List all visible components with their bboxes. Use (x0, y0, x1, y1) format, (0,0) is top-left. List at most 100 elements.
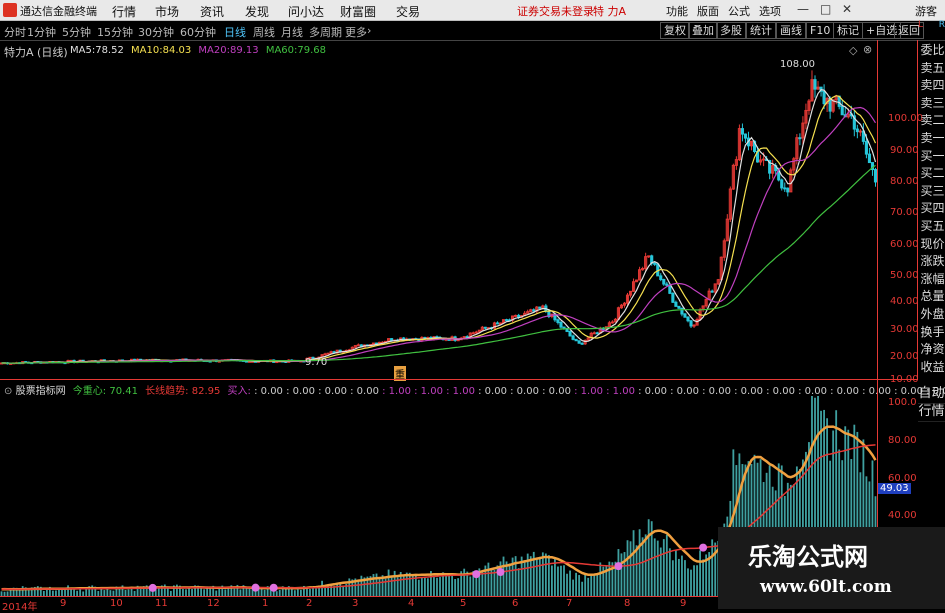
mark-button[interactable]: 标记 (833, 22, 863, 39)
menu-item-market[interactable]: 市场 (155, 3, 179, 20)
side-panel-item[interactable]: 委比 (919, 42, 945, 59)
statistics-button[interactable]: 统计 (746, 22, 776, 39)
buy-signal-marker[interactable] (699, 543, 708, 552)
indicator-bar (641, 537, 644, 596)
candlestick-chart[interactable] (0, 40, 877, 380)
side-quotes[interactable]: 行情 (918, 403, 945, 422)
candle (674, 301, 678, 307)
menu-item-options[interactable]: 选项 (759, 3, 781, 19)
side-panel-item[interactable]: 卖一 (919, 130, 945, 147)
adjust-button[interactable]: 复权 (660, 22, 690, 39)
candle (471, 332, 475, 335)
y-tick: 60.00 (890, 239, 919, 250)
indicator-bar (541, 552, 544, 596)
menu-item-formula[interactable]: 公式 (728, 3, 750, 19)
period-60min[interactable]: 60分钟 (180, 24, 216, 40)
side-panel-item[interactable]: 卖五 (919, 60, 945, 77)
title-stock-name: 特 力A (593, 5, 627, 18)
x-label: 9 (60, 598, 67, 609)
indicator-bar (439, 576, 441, 596)
main-y-axis: 100.00 90.00 80.00 70.00 60.00 50.00 40.… (877, 40, 923, 385)
menu-item-trade[interactable]: 交易 (396, 3, 420, 20)
indicator-bar (387, 569, 390, 596)
menu-item-discover[interactable]: 发现 (245, 3, 269, 20)
side-panel-item[interactable]: 涨幅 (919, 271, 945, 288)
period-intraday[interactable]: 分时 (4, 24, 26, 40)
side-panel-item[interactable]: 买五 (919, 218, 945, 235)
close-icon[interactable]: ✕ (842, 2, 852, 16)
side-panel-corner[interactable]: L R (918, 20, 945, 40)
multi-stock-button[interactable]: 多股 (716, 22, 746, 39)
x-label: 8 (624, 598, 631, 609)
y-tick: 40.00 (890, 296, 919, 307)
period-multi[interactable]: 多周期 (309, 24, 342, 40)
candle (855, 128, 859, 133)
side-panel-item[interactable]: 收益 (919, 359, 945, 376)
indicator-bar (393, 570, 396, 596)
minimize-icon[interactable]: — (797, 2, 809, 16)
buy-signal-marker[interactable] (148, 583, 157, 592)
indicator-bar (674, 549, 677, 596)
indicator-bar (599, 562, 602, 596)
indicator-bar (644, 534, 647, 596)
period-30min[interactable]: 30分钟 (138, 24, 174, 40)
maximize-icon[interactable]: □ (820, 2, 831, 16)
draw-line-button[interactable]: 画线 (776, 22, 806, 39)
candle (647, 255, 651, 258)
watermark-overlay: 乐淘公式网 www.60lt.com (718, 527, 945, 609)
side-panel-item[interactable]: 净资 (919, 341, 945, 358)
side-panel-item[interactable]: 外盘 (919, 306, 945, 323)
period-5min[interactable]: 5分钟 (62, 24, 91, 40)
menu-item-layout[interactable]: 版面 (697, 3, 719, 19)
buy-signal-marker[interactable] (269, 583, 278, 592)
menu-item-market-quotes[interactable]: 行情 (112, 3, 136, 20)
indicator-bar (433, 577, 435, 596)
side-panel-item[interactable]: 买二 (919, 165, 945, 182)
side-panel-item[interactable]: 买四 (919, 200, 945, 217)
side-panel-item[interactable]: 买三 (919, 183, 945, 200)
side-panel-item[interactable]: 现价 (919, 236, 945, 253)
menu-item-wealth-circle[interactable]: 财富圈 (340, 3, 376, 20)
indicator-bar (339, 583, 342, 596)
user-label[interactable]: 游客 (915, 3, 937, 19)
candle (495, 322, 500, 325)
indicator-bar (557, 566, 559, 596)
side-panel-item[interactable]: 涨跌 (919, 253, 945, 270)
more-chevron-icon[interactable]: › (367, 24, 371, 37)
period-weekly[interactable]: 周线 (253, 24, 275, 40)
period-1min[interactable]: 1分钟 (27, 24, 56, 40)
indicator-bar (535, 559, 538, 596)
overlay-button[interactable]: 叠加 (688, 22, 718, 39)
candle (864, 140, 868, 155)
side-panel-item[interactable]: 总量 (919, 288, 945, 305)
indicator-bar (502, 556, 505, 596)
buy-signal-marker[interactable] (251, 583, 260, 592)
indicator-bar (445, 573, 447, 596)
candle (571, 335, 575, 340)
period-monthly[interactable]: 月线 (281, 24, 303, 40)
indicator-bar (191, 588, 193, 596)
side-auto[interactable]: 自动 (918, 385, 945, 404)
buy-signal-marker[interactable] (496, 567, 505, 576)
side-panel-item[interactable]: 卖四 (919, 77, 945, 94)
indicator-bar (375, 573, 378, 596)
indicator-bar (563, 565, 565, 596)
buy-signal-marker[interactable] (614, 562, 623, 571)
menu-item-assistant[interactable]: 问小达 (288, 3, 324, 20)
candle (677, 305, 681, 309)
side-panel-item[interactable]: 卖二 (919, 112, 945, 129)
menu-item-news[interactable]: 资讯 (200, 3, 224, 20)
login-status[interactable]: 证券交易未登录 (517, 3, 594, 19)
buy-signal-marker[interactable] (472, 570, 481, 579)
period-daily[interactable]: 日线 (224, 24, 246, 40)
side-panel-item[interactable]: 换手 (919, 324, 945, 341)
side-panel-item[interactable]: 卖三 (919, 95, 945, 112)
f10-button[interactable]: F10 (806, 22, 835, 39)
indicator-bar (118, 588, 121, 596)
period-more[interactable]: 更多 (345, 24, 367, 40)
indicator-bar (185, 589, 187, 596)
menu-item-functions[interactable]: 功能 (666, 3, 688, 19)
candle (483, 326, 487, 329)
period-15min[interactable]: 15分钟 (97, 24, 133, 40)
side-panel-item[interactable]: 买一 (919, 148, 945, 165)
